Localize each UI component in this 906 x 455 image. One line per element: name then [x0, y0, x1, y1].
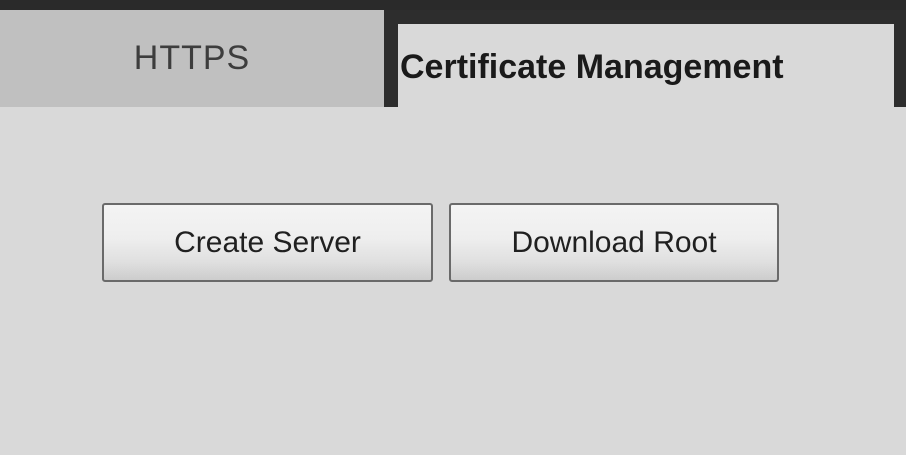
tab-certificate-management-label: Certificate Management: [400, 48, 784, 86]
download-root-button[interactable]: Download Root: [449, 203, 779, 282]
tab-https-label: HTTPS: [133, 39, 251, 77]
https-settings-page: HTTPS Certificate Management Create Serv…: [0, 0, 906, 455]
tab-certificate-management[interactable]: Certificate Management: [384, 10, 906, 107]
create-server-button[interactable]: Create Server: [102, 203, 433, 282]
tab-https[interactable]: HTTPS: [0, 10, 384, 107]
top-header-strip: [0, 0, 906, 10]
